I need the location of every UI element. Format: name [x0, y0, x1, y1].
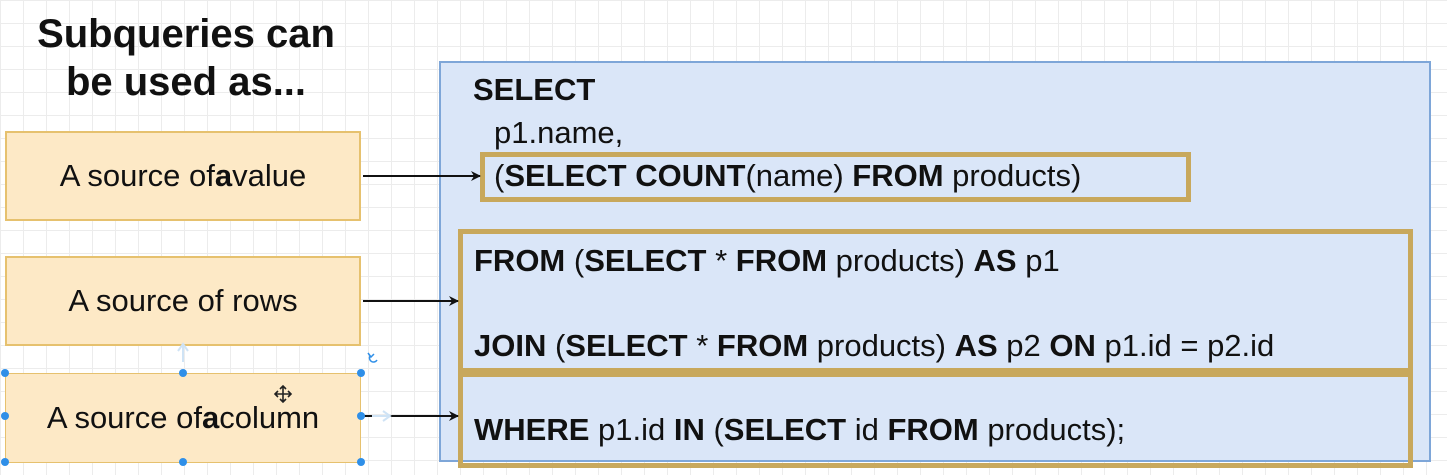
selection-handle[interactable] — [357, 369, 365, 377]
connector-arrows — [177, 171, 481, 422]
faint-up-arrow — [177, 342, 189, 362]
selection-handle[interactable] — [357, 458, 365, 466]
rotate-handle-icon — [367, 352, 378, 363]
selection-handle[interactable] — [1, 369, 9, 377]
selection-handle[interactable] — [1, 458, 9, 466]
faint-right-arrow — [372, 410, 392, 422]
selection-handle[interactable] — [179, 369, 187, 377]
move-cursor-icon — [273, 384, 293, 404]
selection-handle[interactable] — [1, 412, 9, 420]
selection-handle[interactable] — [357, 412, 365, 420]
selection-handle[interactable] — [179, 458, 187, 466]
